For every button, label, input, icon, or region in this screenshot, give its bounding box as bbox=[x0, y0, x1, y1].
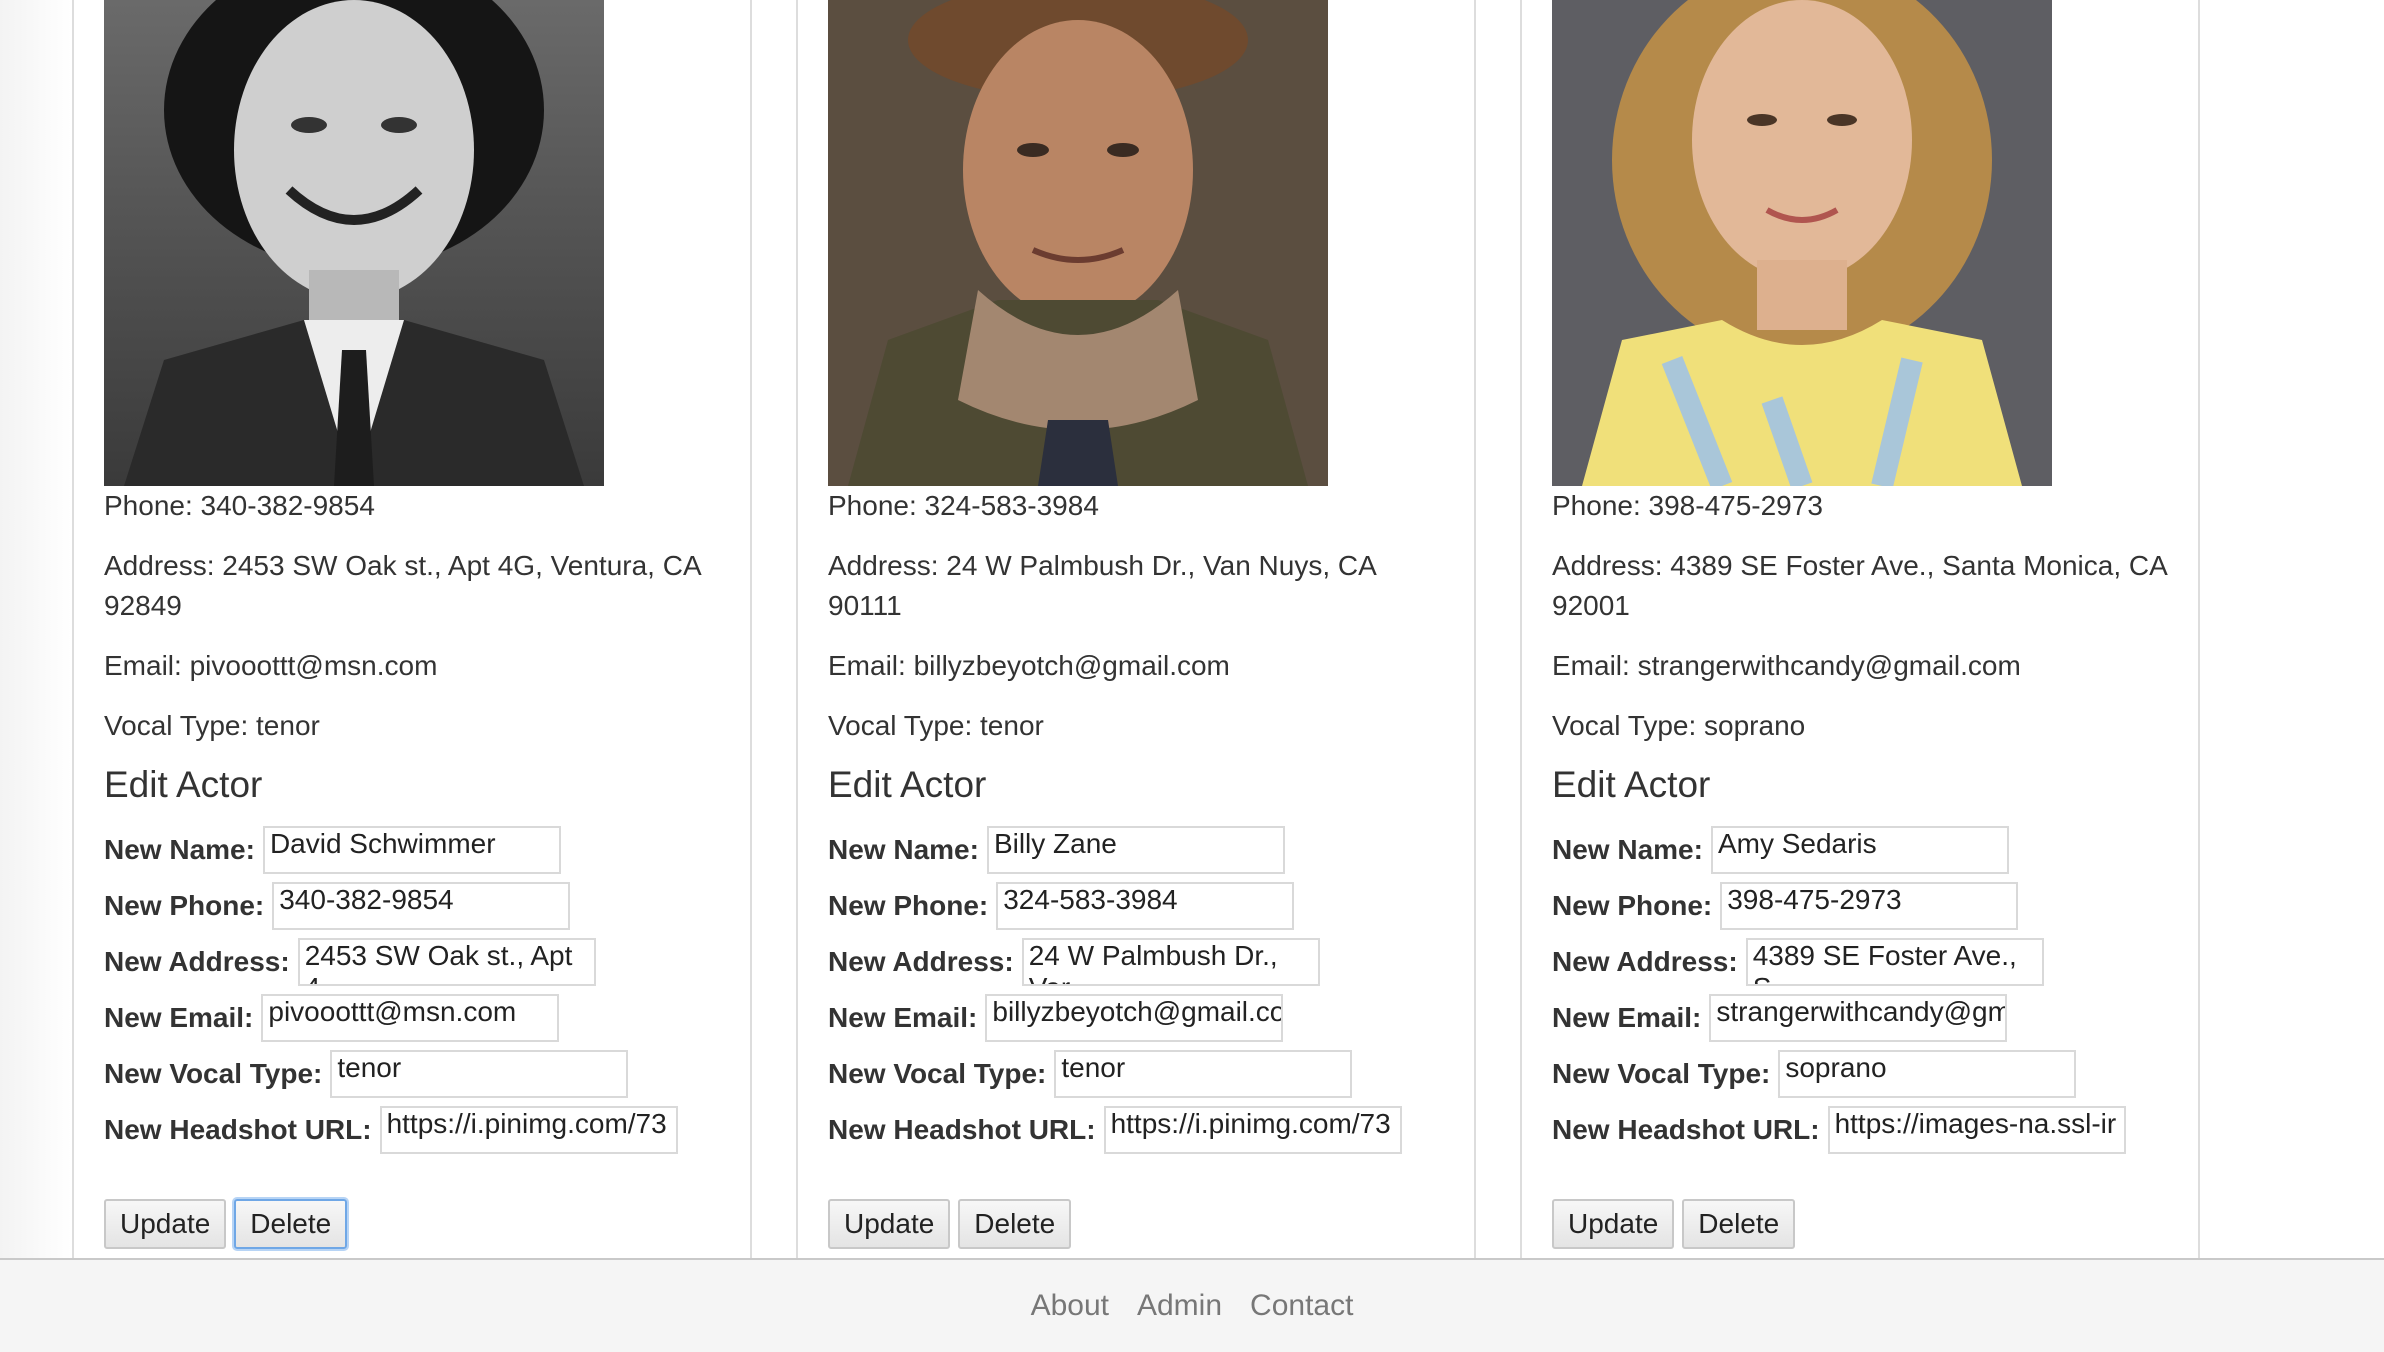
footer-nav: About Admin Contact bbox=[0, 1258, 2384, 1352]
new-vocal-type-label: New Vocal Type: bbox=[1552, 1058, 1771, 1089]
delete-button[interactable]: Delete bbox=[234, 1199, 348, 1249]
new-headshot-url-label: New Headshot URL: bbox=[828, 1114, 1096, 1145]
edit-actor-form: New Name: Billy Zane New Phone: 324-583-… bbox=[828, 822, 1468, 1158]
form-row-vocal-type: New Vocal Type: tenor bbox=[828, 1046, 1468, 1102]
new-name-input[interactable]: Billy Zane bbox=[986, 826, 1285, 874]
new-headshot-url-label: New Headshot URL: bbox=[104, 1114, 372, 1145]
actor-info: Phone: 398-475-2973 Address: 4389 SE Fos… bbox=[1552, 486, 2172, 766]
form-row-email: New Email: billyzbeyotch@gmail.co bbox=[828, 990, 1468, 1046]
new-headshot-url-label: New Headshot URL: bbox=[1552, 1114, 1820, 1145]
form-row-name: New Name: David Schwimmer bbox=[104, 822, 744, 878]
actor-headshot-image bbox=[104, 0, 604, 486]
new-vocal-type-input[interactable]: tenor bbox=[1054, 1050, 1353, 1098]
actor-email: Email: billyzbeyotch@gmail.com bbox=[828, 650, 1230, 681]
form-row-phone: New Phone: 324-583-3984 bbox=[828, 878, 1468, 934]
new-email-label: New Email: bbox=[104, 1002, 254, 1033]
actor-email: Email: strangerwithcandy@gmail.com bbox=[1552, 650, 2021, 681]
actor-card: Phone: 324-583-3984 Address: 24 W Palmbu… bbox=[796, 0, 1476, 1258]
new-name-input[interactable]: Amy Sedaris bbox=[1710, 826, 2009, 874]
form-row-phone: New Phone: 398-475-2973 bbox=[1552, 878, 2192, 934]
new-email-label: New Email: bbox=[1552, 1002, 1702, 1033]
actor-vocal-type: Vocal Type: tenor bbox=[828, 710, 1044, 741]
actor-vocal-type: Vocal Type: tenor bbox=[104, 710, 320, 741]
new-address-input[interactable]: 24 W Palmbush Dr., Var bbox=[1021, 938, 1320, 986]
actor-card: Phone: 340-382-9854 Address: 2453 SW Oak… bbox=[72, 0, 752, 1258]
update-button[interactable]: Update bbox=[104, 1199, 227, 1249]
form-row-headshot: New Headshot URL: https://i.pinimg.com/7… bbox=[104, 1102, 744, 1158]
new-vocal-type-input[interactable]: tenor bbox=[330, 1050, 629, 1098]
new-name-label: New Name: bbox=[828, 834, 979, 865]
new-phone-input[interactable]: 398-475-2973 bbox=[1720, 882, 2019, 930]
form-row-headshot: New Headshot URL: https://images-na.ssl-… bbox=[1552, 1102, 2192, 1158]
delete-button[interactable]: Delete bbox=[958, 1199, 1072, 1249]
form-row-vocal-type: New Vocal Type: tenor bbox=[104, 1046, 744, 1102]
actor-vocal-type: Vocal Type: soprano bbox=[1552, 710, 1806, 741]
new-headshot-url-input[interactable]: https://images-na.ssl-ir bbox=[1827, 1106, 2126, 1154]
actor-email: Email: pivooottt@msn.com bbox=[104, 650, 438, 681]
edit-actor-form: New Name: Amy Sedaris New Phone: 398-475… bbox=[1552, 822, 2192, 1158]
actor-list-page: Phone: 340-382-9854 Address: 2453 SW Oak… bbox=[0, 0, 2384, 1258]
new-name-label: New Name: bbox=[1552, 834, 1703, 865]
form-row-headshot: New Headshot URL: https://i.pinimg.com/7… bbox=[828, 1102, 1468, 1158]
new-email-input[interactable]: billyzbeyotch@gmail.co bbox=[985, 994, 1284, 1042]
new-vocal-type-input[interactable]: soprano bbox=[1778, 1050, 2077, 1098]
new-phone-input[interactable]: 324-583-3984 bbox=[996, 882, 1295, 930]
footer-link-about[interactable]: About bbox=[1031, 1289, 1109, 1323]
new-phone-label: New Phone: bbox=[104, 890, 265, 921]
actor-card: Phone: 398-475-2973 Address: 4389 SE Fos… bbox=[1520, 0, 2200, 1258]
form-row-name: New Name: Billy Zane bbox=[828, 822, 1468, 878]
new-email-input[interactable]: pivooottt@msn.com bbox=[261, 994, 560, 1042]
edit-actor-form: New Name: David Schwimmer New Phone: 340… bbox=[104, 822, 744, 1158]
actor-info: Phone: 340-382-9854 Address: 2453 SW Oak… bbox=[104, 486, 724, 766]
new-name-input[interactable]: David Schwimmer bbox=[262, 826, 561, 874]
new-address-input[interactable]: 4389 SE Foster Ave., S bbox=[1745, 938, 2044, 986]
delete-button[interactable]: Delete bbox=[1682, 1199, 1796, 1249]
form-row-email: New Email: pivooottt@msn.com bbox=[104, 990, 744, 1046]
new-headshot-url-input[interactable]: https://i.pinimg.com/73 bbox=[379, 1106, 678, 1154]
update-button[interactable]: Update bbox=[828, 1199, 951, 1249]
form-row-address: New Address: 2453 SW Oak st., Apt 4 bbox=[104, 934, 744, 990]
new-phone-label: New Phone: bbox=[1552, 890, 1713, 921]
new-headshot-url-input[interactable]: https://i.pinimg.com/73 bbox=[1103, 1106, 1402, 1154]
new-address-label: New Address: bbox=[1552, 946, 1738, 977]
actor-phone: Phone: 340-382-9854 bbox=[104, 490, 375, 521]
form-row-email: New Email: strangerwithcandy@gm bbox=[1552, 990, 2192, 1046]
actor-phone: Phone: 398-475-2973 bbox=[1552, 490, 1823, 521]
form-row-name: New Name: Amy Sedaris bbox=[1552, 822, 2192, 878]
new-address-label: New Address: bbox=[828, 946, 1014, 977]
card-actions: Update Delete bbox=[828, 1199, 1072, 1249]
actor-headshot-image bbox=[828, 0, 1328, 486]
new-email-label: New Email: bbox=[828, 1002, 978, 1033]
edit-actor-heading: Edit Actor bbox=[828, 764, 987, 805]
actor-phone: Phone: 324-583-3984 bbox=[828, 490, 1099, 521]
card-actions: Update Delete bbox=[104, 1199, 348, 1249]
new-phone-label: New Phone: bbox=[828, 890, 989, 921]
form-row-address: New Address: 4389 SE Foster Ave., S bbox=[1552, 934, 2192, 990]
actor-address: Address: 2453 SW Oak st., Apt 4G, Ventur… bbox=[104, 550, 701, 621]
form-row-phone: New Phone: 340-382-9854 bbox=[104, 878, 744, 934]
new-vocal-type-label: New Vocal Type: bbox=[104, 1058, 323, 1089]
edit-actor-heading: Edit Actor bbox=[1552, 764, 1711, 805]
actor-headshot-image bbox=[1552, 0, 2052, 486]
new-email-input[interactable]: strangerwithcandy@gm bbox=[1709, 994, 2008, 1042]
actor-address: Address: 4389 SE Foster Ave., Santa Moni… bbox=[1552, 550, 2167, 621]
new-phone-input[interactable]: 340-382-9854 bbox=[272, 882, 571, 930]
actor-info: Phone: 324-583-3984 Address: 24 W Palmbu… bbox=[828, 486, 1448, 766]
footer-link-contact[interactable]: Contact bbox=[1250, 1289, 1353, 1323]
edit-actor-heading: Edit Actor bbox=[104, 764, 263, 805]
footer-link-admin[interactable]: Admin bbox=[1137, 1289, 1222, 1323]
new-address-input[interactable]: 2453 SW Oak st., Apt 4 bbox=[297, 938, 596, 986]
card-actions: Update Delete bbox=[1552, 1199, 1796, 1249]
new-name-label: New Name: bbox=[104, 834, 255, 865]
form-row-vocal-type: New Vocal Type: soprano bbox=[1552, 1046, 2192, 1102]
new-vocal-type-label: New Vocal Type: bbox=[828, 1058, 1047, 1089]
update-button[interactable]: Update bbox=[1552, 1199, 1675, 1249]
form-row-address: New Address: 24 W Palmbush Dr., Var bbox=[828, 934, 1468, 990]
new-address-label: New Address: bbox=[104, 946, 290, 977]
actor-address: Address: 24 W Palmbush Dr., Van Nuys, CA… bbox=[828, 550, 1376, 621]
